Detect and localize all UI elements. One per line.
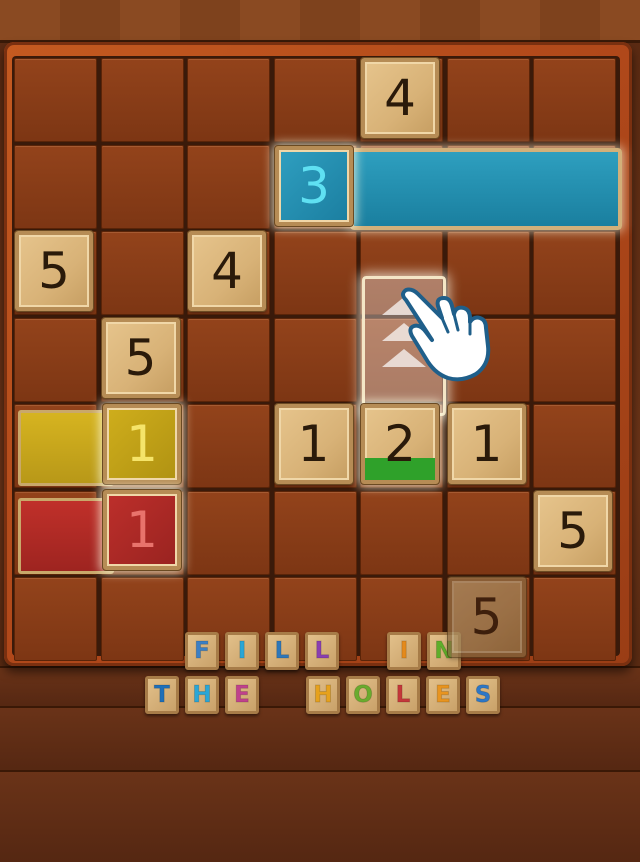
board-cell[interactable]	[187, 404, 270, 488]
tile-number: 2	[384, 415, 416, 473]
number-tile[interactable]: 5	[100, 316, 181, 399]
title-letter: L	[305, 632, 339, 670]
board-cell[interactable]	[273, 490, 357, 575]
red-fill-bar	[18, 498, 114, 574]
title-letter: E	[426, 676, 460, 714]
board-cell[interactable]	[100, 58, 184, 142]
board-cell[interactable]	[100, 231, 184, 315]
board-cell[interactable]	[533, 317, 616, 402]
title-letter: I	[225, 632, 259, 670]
active-tile-blue[interactable]: 3	[274, 145, 354, 227]
board-cell[interactable]	[360, 490, 443, 575]
board-cell[interactable]	[14, 317, 97, 402]
board-cell[interactable]	[273, 58, 357, 142]
tile-number: 5	[124, 328, 157, 387]
title-letter: F	[185, 632, 219, 670]
floor-plank	[0, 706, 640, 772]
title-letter: L	[386, 676, 420, 714]
board-cell[interactable]	[14, 58, 97, 142]
board-cell[interactable]	[187, 58, 270, 142]
title-letter: L	[265, 632, 299, 670]
number-tile[interactable]: 4	[360, 57, 440, 139]
title-letter: H	[185, 676, 219, 714]
number-tile[interactable]: 1	[446, 403, 527, 485]
number-tile[interactable]: 1	[273, 403, 354, 485]
active-tile-green[interactable]: 2	[360, 403, 440, 485]
number-tile[interactable]: 4	[187, 230, 267, 312]
active-tile-yellow[interactable]: 1	[102, 403, 182, 485]
title-letter: O	[346, 676, 380, 714]
pointer-hand-icon	[401, 287, 491, 382]
board-cell[interactable]	[533, 577, 616, 661]
board-cell[interactable]	[533, 231, 616, 315]
active-tile-red[interactable]: 1	[102, 489, 182, 571]
board-cell[interactable]	[273, 317, 357, 402]
tile-number: 5	[38, 242, 70, 300]
yellow-fill-bar	[18, 410, 114, 486]
number-tile[interactable]: 5	[14, 230, 94, 312]
tile-number: 4	[384, 69, 416, 127]
number-tile[interactable]: 5	[533, 489, 613, 572]
tile-number: 1	[126, 415, 158, 473]
title-letter: S	[466, 676, 500, 714]
board-cell[interactable]	[533, 58, 616, 142]
top-wood-strip	[0, 0, 640, 43]
tile-number: 4	[211, 242, 243, 300]
title-letter: T	[145, 676, 179, 714]
board-cell[interactable]	[446, 58, 530, 142]
board-cell[interactable]	[273, 231, 357, 315]
tile-number: 5	[557, 501, 589, 560]
title-letter: E	[225, 676, 259, 714]
blue-fill-bar	[350, 148, 622, 230]
board-cell[interactable]	[187, 317, 270, 402]
tile-number: 1	[126, 501, 158, 559]
board-cell[interactable]	[187, 144, 270, 229]
board-cell[interactable]	[14, 144, 97, 229]
title-letter: I	[387, 632, 421, 670]
tile-number: 5	[470, 588, 503, 646]
board-cell[interactable]	[14, 577, 97, 661]
floor-plank	[0, 770, 640, 862]
tile-number: 1	[470, 415, 503, 473]
board-cell[interactable]	[446, 490, 530, 575]
number-tile[interactable]: 5	[446, 576, 527, 658]
tile-number: 1	[297, 415, 330, 473]
board-cell[interactable]	[100, 144, 184, 229]
board-cell[interactable]	[100, 577, 184, 661]
title-letter: H	[306, 676, 340, 714]
tile-number: 3	[298, 157, 330, 215]
board-cell[interactable]	[187, 490, 270, 575]
board-cell[interactable]	[533, 404, 616, 488]
